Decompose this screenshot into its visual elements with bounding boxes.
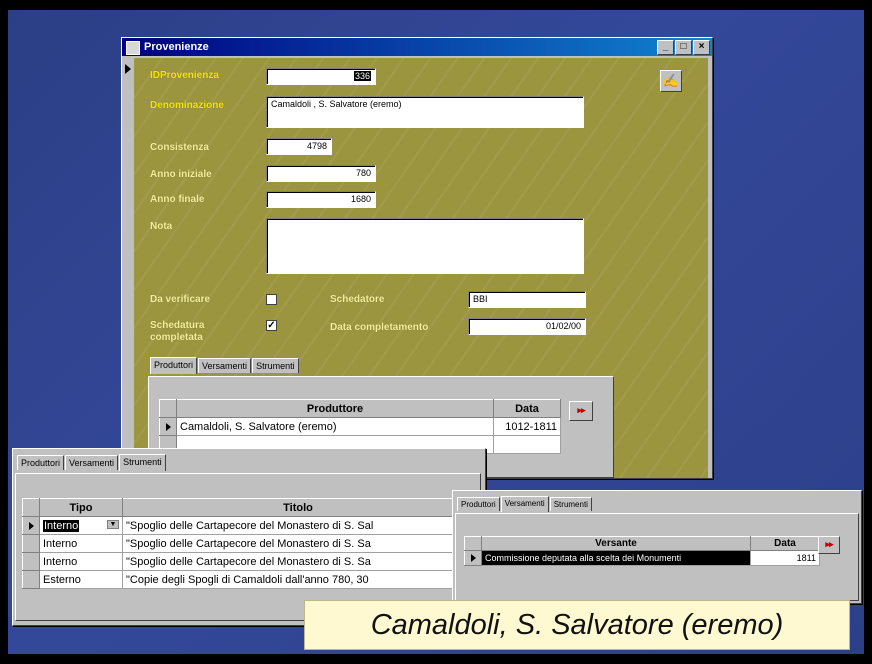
chevron-down-icon[interactable]: ▼ (107, 519, 119, 529)
titolo-cell[interactable]: "Spoglio delle Cartapecore del Monastero… (122, 534, 474, 553)
caption-banner: Camaldoli, S. Salvatore (eremo) (304, 600, 850, 650)
current-row-arrow-icon (28, 521, 34, 530)
anno-finale-label: Anno finale (150, 194, 205, 205)
pencil-note-icon: ✍ (662, 73, 680, 88)
schedatura-completata-checkbox[interactable]: ✓ (266, 320, 277, 331)
tab-versamenti[interactable]: Versamenti (500, 496, 549, 512)
denominazione-label: Denominazione (150, 100, 224, 111)
close-button[interactable]: × (693, 40, 710, 55)
strumenti-grid: Tipo Titolo Interno ▼ "Spoglio delle Cartap… (22, 498, 474, 589)
edit-record-button[interactable]: ✍ (660, 70, 682, 92)
strumenti-tabstrip: Produttori Versamenti Strumenti (17, 453, 167, 471)
desktop: Provenienze _ □ × IDProvenienza 336 Deno… (8, 10, 864, 654)
col-versante[interactable]: Versante (481, 536, 751, 551)
table-row[interactable]: Interno ▼ "Spoglio delle Cartapecore del M… (22, 516, 474, 535)
tipo-cell[interactable]: Interno (39, 552, 123, 571)
versante-cell[interactable]: Commissione deputata alla scelta dei Mon… (481, 550, 751, 566)
grid-corner (159, 399, 177, 418)
form-icon (126, 41, 140, 55)
data-cell[interactable]: 1012-1811 (493, 417, 561, 436)
open-produttore-button[interactable]: ▸▸ (569, 401, 593, 421)
anno-iniziale-label: Anno iniziale (150, 169, 212, 180)
id-label: IDProvenienza (150, 70, 219, 81)
consistenza-label: Consistenza (150, 142, 209, 153)
col-data[interactable]: Data (750, 536, 820, 551)
anno-finale-field[interactable]: 1680 (266, 191, 376, 208)
current-row-arrow-icon (165, 422, 171, 431)
tab-strumenti[interactable]: Strumenti (119, 454, 166, 471)
maximize-button[interactable]: □ (675, 40, 692, 55)
current-row-arrow-icon (470, 554, 476, 563)
titolo-cell[interactable]: "Spoglio delle Cartapecore del Monastero… (122, 552, 474, 571)
tab-versamenti[interactable]: Versamenti (198, 358, 252, 373)
provenienze-window: Provenienze _ □ × IDProvenienza 336 Deno… (121, 37, 713, 479)
data-completamento-field[interactable]: 01/02/00 (468, 318, 586, 335)
schedatore-label: Schedatore (330, 294, 385, 305)
tab-produttori[interactable]: Produttori (457, 497, 500, 511)
versamenti-grid: Versante Data Commissione deputata alla s… (464, 536, 820, 566)
versamenti-panel: Versante Data Commissione deputata alla s… (455, 513, 859, 601)
col-tipo[interactable]: Tipo (39, 498, 123, 517)
title-bar[interactable]: Provenienze _ □ × (122, 38, 712, 56)
tipo-selected-value: Interno (43, 519, 80, 532)
table-row[interactable]: Commissione deputata alla scelta dei Mon… (464, 550, 820, 566)
data-cell[interactable]: 1811 (750, 550, 820, 566)
tab-strumenti[interactable]: Strumenti (549, 497, 592, 511)
tab-produttori[interactable]: Produttori (17, 455, 65, 470)
col-data[interactable]: Data (493, 399, 561, 418)
denominazione-field[interactable]: Camaldoli , S. Salvatore (eremo) (266, 96, 584, 128)
titolo-cell[interactable]: "Spoglio delle Cartapecore del Monastero… (122, 516, 474, 535)
data-completamento-label: Data completamento (330, 322, 429, 333)
strumenti-panel: Tipo Titolo Interno ▼ "Spoglio delle Cartap… (15, 473, 481, 621)
tab-versamenti[interactable]: Versamenti (65, 455, 119, 470)
col-produttore[interactable]: Produttore (176, 399, 494, 418)
schedatore-field[interactable]: BBI (468, 291, 586, 308)
produttori-grid: Produttore Data Camaldoli, S. Salvatore (… (159, 399, 561, 454)
minimize-button[interactable]: _ (657, 40, 674, 55)
open-versamento-button[interactable]: ▸▸ (818, 536, 840, 554)
tipo-cell[interactable]: Esterno (39, 570, 123, 589)
main-tabstrip: Produttori Versamenti Strumenti (150, 356, 300, 374)
window-title: Provenienze (144, 41, 209, 53)
table-row[interactable]: Interno "Spoglio delle Cartapecore del Mo… (22, 534, 474, 553)
id-value: 336 (353, 71, 371, 81)
id-field[interactable]: 336 (266, 68, 376, 85)
da-verificare-label: Da verificare (150, 294, 211, 305)
table-row[interactable]: Interno "Spoglio delle Cartapecore del Mo… (22, 552, 474, 571)
tipo-cell[interactable]: Interno (39, 534, 123, 553)
schedatura-completata-label: Schedatura completata (150, 320, 205, 343)
col-titolo[interactable]: Titolo (122, 498, 474, 517)
tab-produttori[interactable]: Produttori (150, 357, 198, 374)
versamenti-tabstrip: Produttori Versamenti Strumenti (457, 495, 593, 512)
titolo-cell[interactable]: "Copie degli Spogli di Camaldoli dall'an… (122, 570, 474, 589)
table-row[interactable]: Esterno "Copie degli Spogli di Camaldoli … (22, 570, 474, 589)
consistenza-field[interactable]: 4798 (266, 138, 332, 155)
tab-strumenti[interactable]: Strumenti (252, 358, 299, 373)
anno-iniziale-field[interactable]: 780 (266, 165, 376, 182)
form-body: IDProvenienza 336 Denominazione Camaldol… (134, 58, 708, 478)
nota-field[interactable] (266, 218, 584, 274)
nota-label: Nota (150, 221, 173, 232)
versamenti-window: Produttori Versamenti Strumenti Versante… (452, 490, 862, 604)
produttore-cell[interactable]: Camaldoli, S. Salvatore (eremo) (176, 417, 494, 436)
tipo-dropdown[interactable]: Interno ▼ (39, 516, 123, 535)
table-row[interactable]: Camaldoli, S. Salvatore (eremo) 1012-1811 (159, 417, 561, 436)
current-record-arrow-icon (125, 64, 131, 74)
da-verificare-checkbox[interactable] (266, 294, 277, 305)
